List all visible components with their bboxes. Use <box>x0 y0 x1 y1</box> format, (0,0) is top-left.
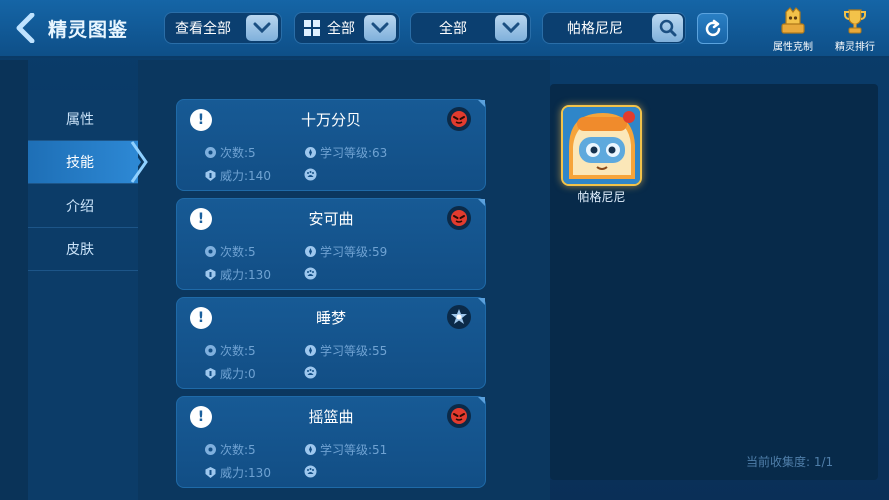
level-icon <box>303 146 317 160</box>
collection-progress: 当前收集度: 1/1 <box>746 455 834 469</box>
skill-name: 十万分贝 <box>300 111 361 129</box>
skill-uses: 次数:5 <box>203 441 256 458</box>
active-indicator-chevron-icon <box>130 141 148 183</box>
power-icon <box>203 367 217 381</box>
card-corner <box>478 100 485 107</box>
skill-power: 威力:130 <box>203 464 271 481</box>
type-chart-icon <box>781 7 805 34</box>
nav-item-label: 介绍 <box>66 199 94 215</box>
paw-icon <box>303 266 317 280</box>
skill-power-text: 威力:130 <box>220 268 271 282</box>
level-icon <box>303 245 317 259</box>
left-edge-panel <box>0 60 28 500</box>
skill-power-text: 威力:0 <box>220 367 256 381</box>
skill-level: 学习等级:63 <box>303 144 387 161</box>
grid-icon <box>303 19 321 37</box>
ranking-button[interactable]: 精灵排行 <box>832 6 878 54</box>
skill-card[interactable]: ! 安可曲 次数:5 学习等级:59 威力:130 <box>176 198 486 290</box>
skill-category <box>303 266 320 280</box>
skill-category <box>303 167 320 181</box>
skill-category <box>303 365 320 379</box>
skill-level-text: 学习等级:55 <box>320 344 388 358</box>
paw-icon <box>303 167 317 181</box>
card-corner <box>478 298 485 305</box>
all-filter-dropdown[interactable]: 全部 <box>410 12 531 44</box>
skill-uses: 次数:5 <box>203 243 256 260</box>
skill-card[interactable]: ! 睡梦 次数:5 学习等级:55 威力:0 <box>176 297 486 389</box>
nav-item-skills[interactable]: 技能 <box>28 141 138 184</box>
card-corner <box>478 199 485 206</box>
fire-face-icon <box>447 404 471 428</box>
level-icon <box>303 344 317 358</box>
uses-icon <box>203 245 217 259</box>
all-filter-value: 全部 <box>439 21 467 37</box>
nav-item-label: 属性 <box>66 112 94 128</box>
level-icon <box>303 443 317 457</box>
nav-item-label: 技能 <box>66 155 94 171</box>
view-filter-dropdown[interactable]: 查看全部 <box>164 12 282 44</box>
skill-level-text: 学习等级:63 <box>320 146 388 160</box>
paw-icon <box>303 464 317 478</box>
skill-power: 威力:0 <box>203 365 256 382</box>
power-icon <box>203 169 217 183</box>
skill-uses-text: 次数:5 <box>220 245 256 259</box>
trophy-icon <box>844 9 866 34</box>
uses-icon <box>203 344 217 358</box>
skill-level-text: 学习等级:59 <box>320 245 388 259</box>
skill-card[interactable]: ! 摇篮曲 次数:5 学习等级:51 威力:130 <box>176 396 486 488</box>
chevron-down-icon <box>246 15 278 41</box>
chevron-down-icon <box>364 15 396 41</box>
skill-level: 学习等级:59 <box>303 243 387 260</box>
fire-face-icon <box>447 107 471 131</box>
skill-card[interactable]: ! 十万分贝 次数:5 学习等级:63 威力:140 <box>176 99 486 191</box>
skill-level: 学习等级:55 <box>303 342 387 359</box>
nav-item-intro[interactable]: 介绍 <box>28 185 138 228</box>
top-bar: 精灵图鉴 查看全部 全部 全部 帕格尼尼 属性克制 精灵排行 <box>0 0 889 58</box>
skill-uses-text: 次数:5 <box>220 443 256 457</box>
refresh-icon <box>705 19 720 36</box>
type-filter-value: 全部 <box>327 21 355 37</box>
page-title: 精灵图鉴 <box>48 19 129 41</box>
back-button[interactable] <box>10 10 40 46</box>
type-filter-dropdown[interactable]: 全部 <box>294 12 400 44</box>
skill-name: 睡梦 <box>315 309 346 327</box>
type-chart-button[interactable]: 属性克制 <box>770 6 816 54</box>
card-corner <box>478 397 485 404</box>
detail-nav: 属性 技能 介绍 皮肤 <box>28 90 138 500</box>
search-button[interactable] <box>652 14 683 42</box>
skill-level: 学习等级:51 <box>303 441 387 458</box>
skill-name: 摇篮曲 <box>308 408 354 426</box>
skill-category <box>303 464 320 478</box>
skill-power-text: 威力:130 <box>220 466 271 480</box>
nav-item-label: 皮肤 <box>66 242 94 258</box>
skill-name: 安可曲 <box>308 210 354 228</box>
skill-power: 威力:140 <box>203 167 271 184</box>
uses-icon <box>203 146 217 160</box>
ranking-label: 精灵排行 <box>835 42 875 53</box>
skill-level-text: 学习等级:51 <box>320 443 388 457</box>
star-icon <box>447 305 471 329</box>
pet-name: 帕格尼尼 <box>577 190 626 204</box>
fire-face-icon <box>447 206 471 230</box>
refresh-button[interactable] <box>697 13 728 44</box>
skill-power: 威力:130 <box>203 266 271 283</box>
skill-uses-text: 次数:5 <box>220 146 256 160</box>
uses-icon <box>203 443 217 457</box>
pet-card[interactable] <box>561 105 642 186</box>
chevron-down-icon <box>495 15 527 41</box>
back-arrow-icon <box>16 13 35 43</box>
search-icon <box>659 19 676 37</box>
type-chart-label: 属性克制 <box>773 42 813 53</box>
skill-uses-text: 次数:5 <box>220 344 256 358</box>
paw-icon <box>303 365 317 379</box>
power-icon <box>203 268 217 282</box>
skill-uses: 次数:5 <box>203 342 256 359</box>
skill-power-text: 威力:140 <box>220 169 271 183</box>
pet-portrait-icon <box>563 107 640 184</box>
nav-item-skins[interactable]: 皮肤 <box>28 228 138 271</box>
view-filter-value: 查看全部 <box>175 21 231 37</box>
nav-item-attributes[interactable]: 属性 <box>28 98 138 141</box>
power-icon <box>203 466 217 480</box>
skill-uses: 次数:5 <box>203 144 256 161</box>
